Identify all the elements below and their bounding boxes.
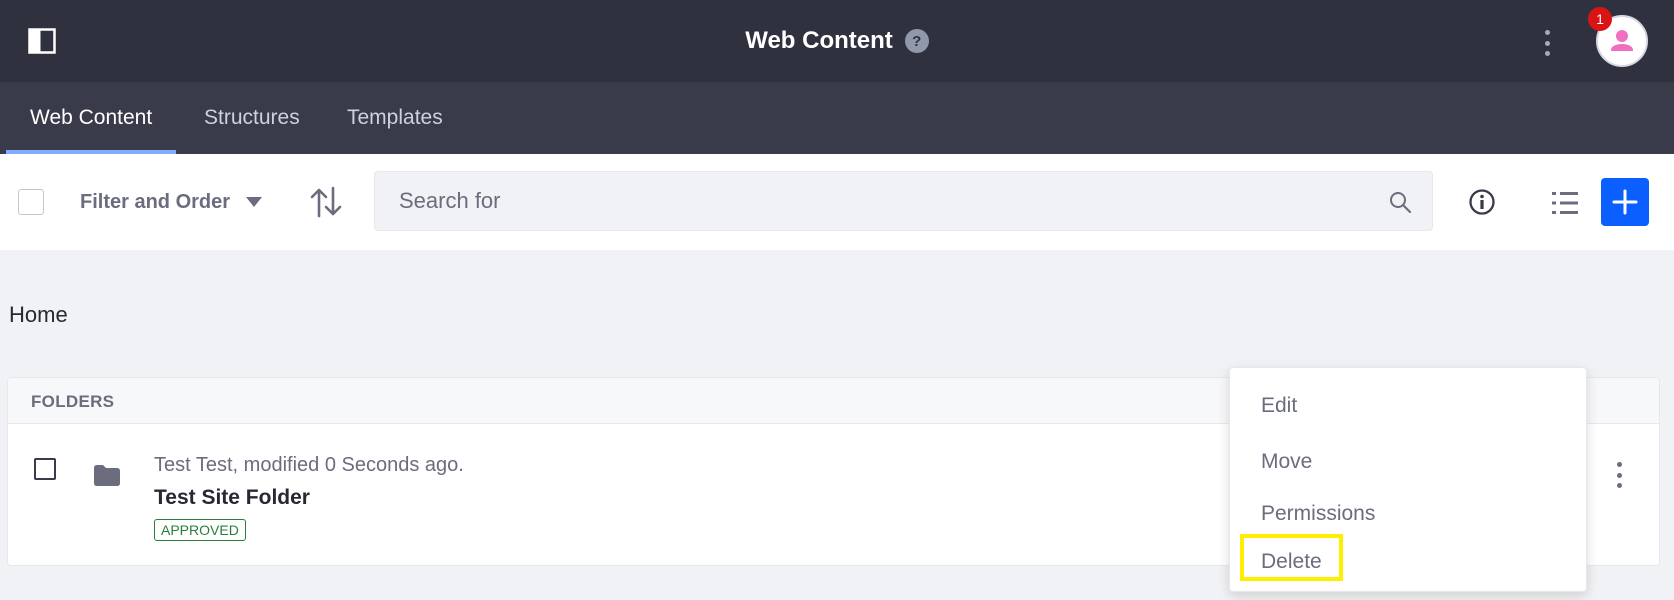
breadcrumb-home[interactable]: Home xyxy=(9,302,68,328)
management-toolbar: Filter and Order xyxy=(0,154,1674,250)
tab-web-content[interactable]: Web Content xyxy=(6,82,177,154)
search-icon[interactable] xyxy=(1388,190,1412,214)
row-checkbox[interactable] xyxy=(34,458,56,480)
tab-bar: Web Content Structures Templates xyxy=(0,82,1674,154)
search-box xyxy=(374,171,1433,231)
tab-structures[interactable]: Structures xyxy=(180,82,324,154)
select-all-checkbox[interactable] xyxy=(18,189,44,215)
menu-item-delete[interactable]: Delete xyxy=(1261,550,1322,574)
kebab-icon[interactable] xyxy=(1538,28,1556,58)
search-input[interactable] xyxy=(375,172,1432,230)
row-modified-info: Test Test, modified 0 Seconds ago. xyxy=(154,454,464,476)
tab-label: Web Content xyxy=(30,106,153,129)
row-actions-kebab-icon[interactable] xyxy=(1610,460,1628,490)
folder-icon xyxy=(94,465,120,486)
add-button[interactable] xyxy=(1601,178,1649,226)
actions-dropdown-menu: Edit Move Permissions Delete xyxy=(1229,367,1587,592)
page-title: Web Content ? xyxy=(0,0,1674,82)
menu-item-move[interactable]: Move xyxy=(1261,450,1312,474)
sidebar-toggle-icon[interactable] xyxy=(28,28,56,54)
filter-and-order-dropdown[interactable]: Filter and Order xyxy=(80,184,263,220)
menu-item-edit[interactable]: Edit xyxy=(1261,394,1297,418)
list-view-icon[interactable] xyxy=(1550,188,1580,218)
tab-label: Templates xyxy=(347,106,443,129)
app-header: Web Content ? 1 xyxy=(0,0,1674,82)
menu-item-permissions[interactable]: Permissions xyxy=(1261,502,1375,526)
sort-icon[interactable] xyxy=(308,184,344,220)
filter-label: Filter and Order xyxy=(80,190,231,213)
status-badge: APPROVED xyxy=(154,519,246,541)
caret-down-icon xyxy=(246,197,263,207)
tab-label: Structures xyxy=(204,106,300,129)
help-icon[interactable]: ? xyxy=(904,29,929,53)
folders-header-label: FOLDERS xyxy=(31,392,115,411)
notification-badge[interactable]: 1 xyxy=(1588,7,1612,31)
page-title-text: Web Content xyxy=(745,27,893,54)
plus-icon xyxy=(1612,189,1638,215)
folder-title-link[interactable]: Test Site Folder xyxy=(154,486,310,510)
tab-templates[interactable]: Templates xyxy=(323,82,467,154)
info-icon[interactable] xyxy=(1468,188,1496,216)
